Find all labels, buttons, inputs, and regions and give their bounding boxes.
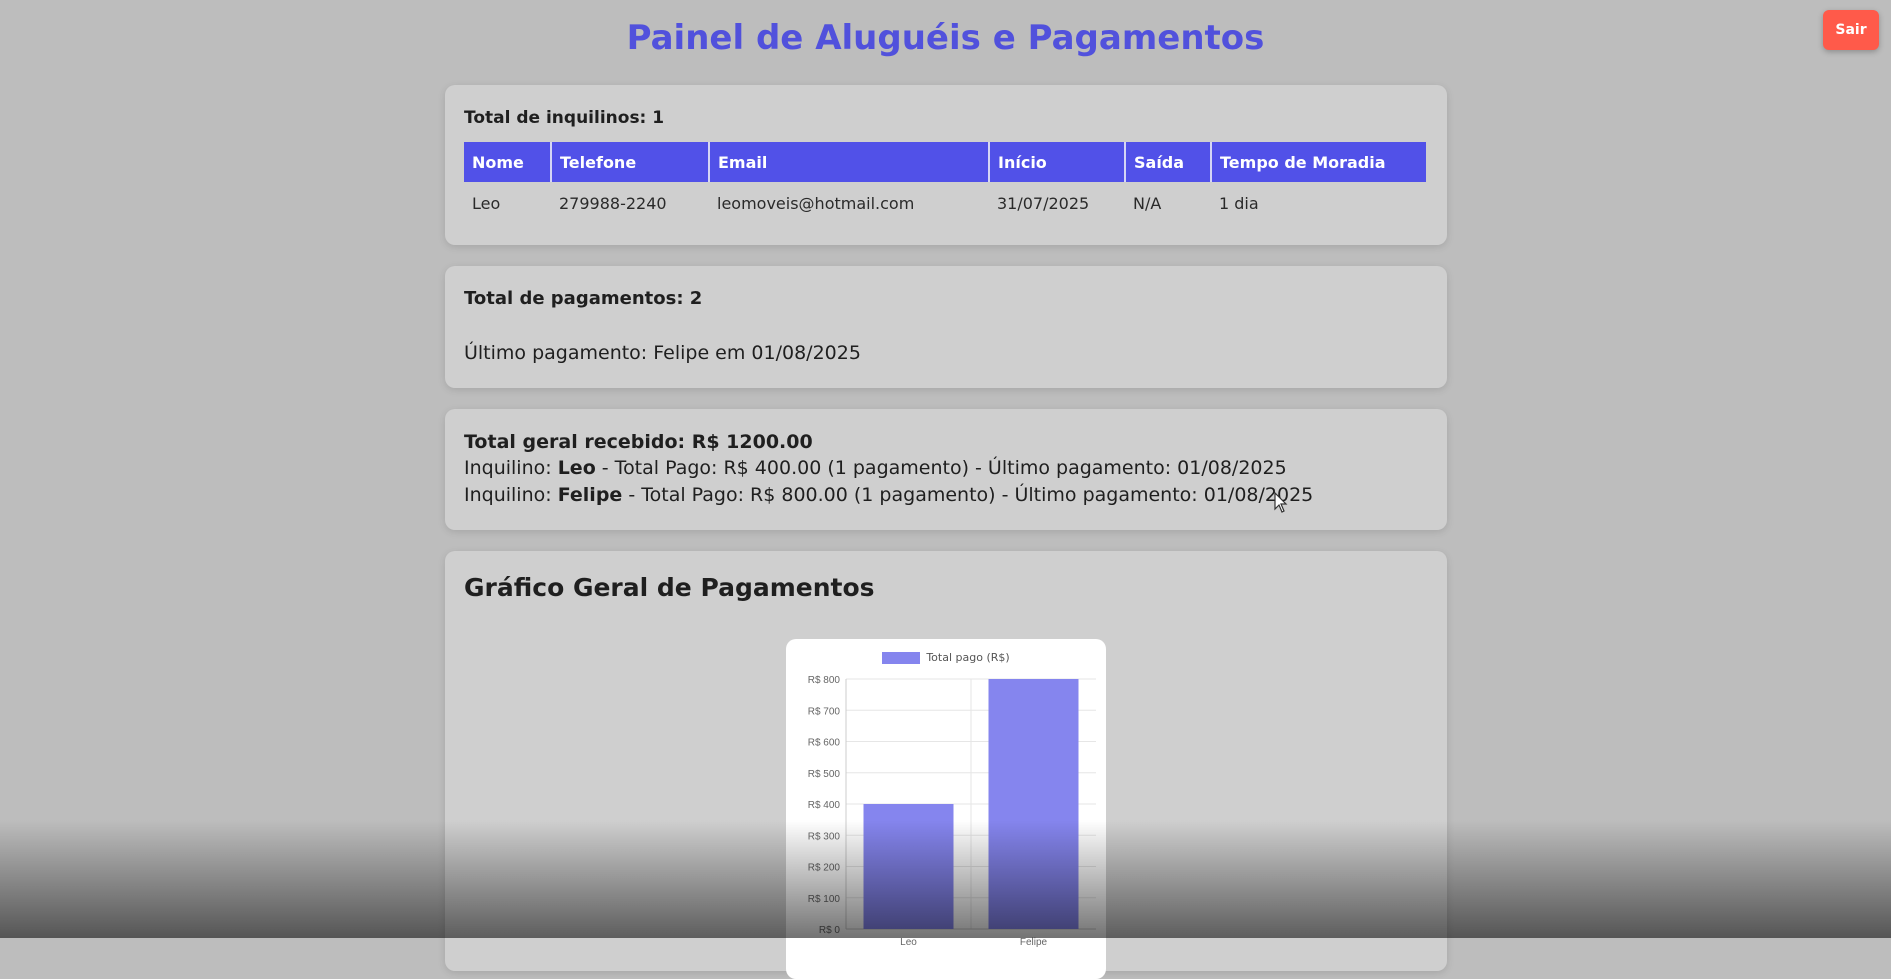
column-header-nome: Nome (464, 142, 552, 182)
cell-tempo: 1 dia (1219, 193, 1259, 213)
column-header-email: Email (709, 142, 990, 182)
chart-title: Gráfico Geral de Pagamentos (464, 573, 875, 602)
bar-leo (863, 804, 954, 929)
mouse-cursor-icon (1274, 492, 1288, 513)
bar-chart: R$ 0 R$ 100 R$ 200 R$ 300 R$ 400 R$ 500 R$ 600… (808, 675, 1096, 948)
summary-line-leo: Inquilino: Leo - Total Pago: R$ 400.00 (… (464, 457, 1287, 479)
x-tick-label: Felipe (1020, 937, 1048, 948)
y-tick-label: R$ 100 (808, 894, 841, 905)
x-tick-label: Leo (900, 937, 917, 948)
payments-card: Total de pagamentos: 2 Último pagamento:… (445, 266, 1447, 388)
y-tick-label: R$ 500 (808, 769, 841, 780)
y-tick-label: R$ 600 (808, 738, 841, 749)
table-header-row: Nome Telefone Email Início Saída Tempo d… (464, 142, 1426, 182)
summary-detail: - Total Pago: R$ 400.00 (1 pagamento) - … (595, 457, 1287, 479)
tenants-table: Nome Telefone Email Início Saída Tempo d… (464, 142, 1426, 224)
column-header-inicio: Início (989, 142, 1126, 182)
tenants-count: Total de inquilinos: 1 (464, 108, 665, 128)
payments-last: Último pagamento: Felipe em 01/08/2025 (464, 342, 861, 364)
table-row: Leo 279988-2240 leomoveis@hotmail.com 31… (464, 182, 1426, 224)
tenants-card: Total de inquilinos: 1 Nome Telefone Ema… (445, 85, 1447, 245)
summary-detail: - Total Pago: R$ 800.00 (1 pagamento) - … (622, 484, 1314, 506)
y-tick-label: R$ 300 (808, 831, 841, 842)
summary-card: Total geral recebido: R$ 1200.00 Inquili… (445, 409, 1447, 530)
y-tick-label: R$ 400 (808, 800, 841, 811)
summary-tenant-name: Leo (557, 457, 596, 479)
cell-saida: N/A (1133, 193, 1162, 213)
column-header-telefone: Telefone (551, 142, 710, 182)
summary-prefix: Inquilino: (464, 484, 558, 506)
logout-button[interactable]: Sair (1823, 10, 1879, 50)
y-tick-label: R$ 200 (808, 863, 841, 874)
y-tick-label: R$ 0 (819, 925, 841, 936)
payments-total: Total de pagamentos: 2 (464, 288, 703, 309)
cell-nome: Leo (472, 193, 501, 213)
page-title: Painel de Aluguéis e Pagamentos (626, 18, 1265, 58)
summary-tenant-name: Felipe (557, 484, 623, 506)
cell-email: leomoveis@hotmail.com (717, 193, 915, 213)
column-header-tempo: Tempo de Moradia (1211, 142, 1426, 182)
chart-container: Total pago (R$) R$ 0 R$ 100 R$ 200 R$ 300 R$… (786, 639, 1106, 979)
cell-telefone: 279988-2240 (559, 193, 667, 213)
y-tick-label: R$ 700 (808, 706, 841, 717)
summary-prefix: Inquilino: (464, 457, 558, 479)
chart-card: Gráfico Geral de Pagamentos Total pago (… (445, 551, 1447, 979)
cell-inicio: 31/07/2025 (997, 193, 1090, 213)
bar-felipe (988, 679, 1079, 929)
column-header-saida: Saída (1125, 142, 1212, 182)
summary-line-felipe: Inquilino: Felipe - Total Pago: R$ 800.0… (464, 484, 1313, 506)
summary-total: Total geral recebido: R$ 1200.00 (464, 431, 813, 453)
y-tick-label: R$ 800 (808, 675, 841, 686)
